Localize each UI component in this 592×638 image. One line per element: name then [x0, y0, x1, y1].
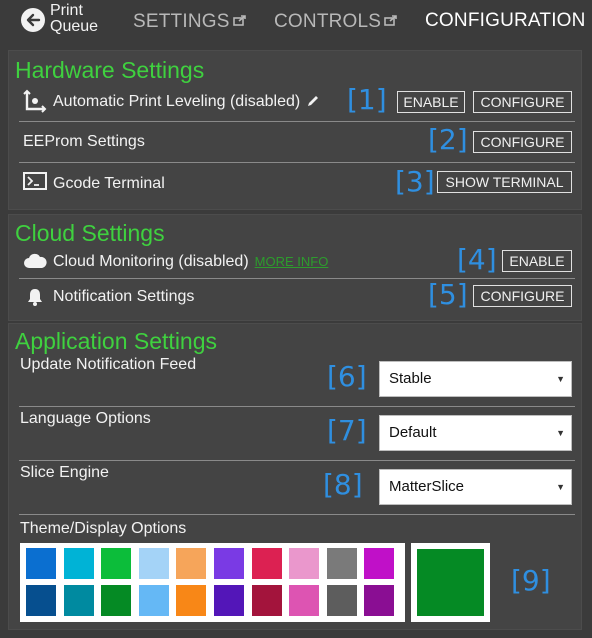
theme-color-swatch[interactable] — [326, 548, 357, 579]
slice-engine-label: Slice Engine — [20, 464, 109, 481]
marker-1: [1] — [347, 83, 387, 116]
back-arrow-icon[interactable] — [21, 8, 45, 32]
show-terminal-button[interactable]: SHOW TERMINAL — [437, 171, 572, 193]
cloud-settings-title: Cloud Settings — [15, 220, 165, 246]
theme-color-swatch[interactable] — [251, 585, 282, 616]
print-leveling-icon — [23, 89, 47, 118]
marker-2: [2] — [428, 123, 468, 156]
marker-7: [7] — [327, 414, 367, 447]
marker-3: [3] — [395, 165, 435, 198]
divider — [19, 514, 575, 515]
theme-color-swatch[interactable] — [289, 585, 320, 616]
pencil-edit-icon[interactable] — [306, 94, 320, 113]
theme-color-swatch[interactable] — [289, 548, 320, 579]
popout-icon — [384, 10, 397, 32]
marker-4: [4] — [457, 243, 497, 276]
gcode-terminal-label: Gcode Terminal — [53, 175, 165, 192]
theme-color-swatch[interactable] — [176, 548, 207, 579]
theme-color-swatch[interactable] — [251, 548, 282, 579]
print-leveling-enable-button[interactable]: ENABLE — [397, 91, 465, 113]
print-queue-label-line2: Queue — [50, 18, 99, 35]
slice-engine-select[interactable]: MatterSlice ▼ — [379, 469, 572, 505]
eeprom-settings-label: EEProm Settings — [23, 133, 145, 150]
eeprom-configure-button[interactable]: CONFIGURE — [473, 131, 572, 153]
hardware-settings-panel: Hardware Settings Automatic Print Leveli… — [8, 50, 582, 210]
tab-settings-label: SETTINGS — [133, 11, 230, 32]
update-feed-label: Update Notification Feed — [20, 356, 197, 373]
popout-icon — [232, 10, 246, 32]
marker-8: [8] — [323, 468, 363, 501]
print-leveling-configure-button[interactable]: CONFIGURE — [473, 91, 572, 113]
notification-settings-label: Notification Settings — [53, 288, 195, 305]
marker-9: [9] — [511, 564, 551, 597]
cloud-monitoring-row: Cloud Monitoring (disabled) MORE INFO — [53, 253, 328, 271]
divider — [19, 406, 575, 407]
cloud-monitoring-label: Cloud Monitoring (disabled) — [53, 253, 249, 270]
theme-color-swatch[interactable] — [214, 585, 244, 616]
top-navigation-bar: Print Queue SETTINGS CONTROLS CONFIGURAT… — [0, 0, 592, 42]
language-options-label: Language Options — [20, 410, 151, 427]
tab-configuration-label: CONFIGURATION — [425, 10, 586, 31]
theme-color-swatch[interactable] — [26, 548, 56, 579]
more-info-link[interactable]: MORE INFO — [255, 254, 329, 269]
language-select[interactable]: Default ▼ — [379, 415, 572, 451]
dropdown-caret-icon: ▼ — [556, 482, 565, 492]
tab-controls[interactable]: CONTROLS — [274, 10, 397, 33]
theme-color-swatch[interactable] — [101, 585, 132, 616]
theme-color-swatch[interactable] — [26, 585, 56, 616]
selected-theme-preview — [411, 543, 490, 622]
theme-color-swatch[interactable] — [214, 548, 244, 579]
theme-color-swatch[interactable] — [138, 585, 169, 616]
divider — [19, 460, 575, 461]
marker-5: [5] — [428, 278, 468, 311]
selected-theme-color — [417, 549, 484, 616]
theme-options-label: Theme/Display Options — [20, 520, 187, 537]
update-feed-select[interactable]: Stable ▼ — [379, 361, 572, 397]
theme-color-swatch[interactable] — [364, 548, 395, 579]
hardware-settings-title: Hardware Settings — [15, 57, 205, 83]
theme-color-swatch[interactable] — [63, 585, 94, 616]
tab-settings[interactable]: SETTINGS — [133, 10, 246, 33]
application-settings-title: Application Settings — [15, 328, 218, 354]
terminal-icon — [23, 172, 47, 195]
theme-color-swatch[interactable] — [138, 548, 169, 579]
dropdown-caret-icon: ▼ — [556, 428, 565, 438]
print-leveling-label: Automatic Print Leveling (disabled) — [53, 93, 301, 110]
divider — [19, 162, 575, 163]
tab-configuration[interactable]: CONFIGURATION — [425, 10, 586, 32]
application-settings-panel: Application Settings Update Notification… — [8, 323, 582, 630]
theme-color-swatch[interactable] — [63, 548, 94, 579]
update-feed-value: Stable — [389, 370, 432, 387]
language-value: Default — [389, 424, 437, 441]
theme-color-swatch[interactable] — [326, 585, 357, 616]
dropdown-caret-icon: ▼ — [556, 374, 565, 384]
theme-color-swatch[interactable] — [364, 585, 395, 616]
notification-configure-button[interactable]: CONFIGURE — [473, 285, 572, 307]
theme-swatch-grid — [20, 543, 405, 622]
theme-color-swatch[interactable] — [176, 585, 207, 616]
divider — [19, 278, 575, 279]
print-queue-label-line1: Print — [50, 2, 83, 19]
print-queue-link[interactable]: Print Queue — [50, 3, 98, 35]
theme-color-swatch[interactable] — [101, 548, 132, 579]
bell-icon — [27, 288, 43, 311]
cloud-monitoring-enable-button[interactable]: ENABLE — [502, 250, 572, 272]
cloud-icon — [23, 253, 47, 274]
marker-6: [6] — [327, 360, 367, 393]
slice-engine-value: MatterSlice — [389, 478, 465, 495]
tab-controls-label: CONTROLS — [274, 11, 382, 32]
cloud-settings-panel: Cloud Settings Cloud Monitoring (disable… — [8, 214, 582, 321]
divider — [19, 121, 575, 122]
